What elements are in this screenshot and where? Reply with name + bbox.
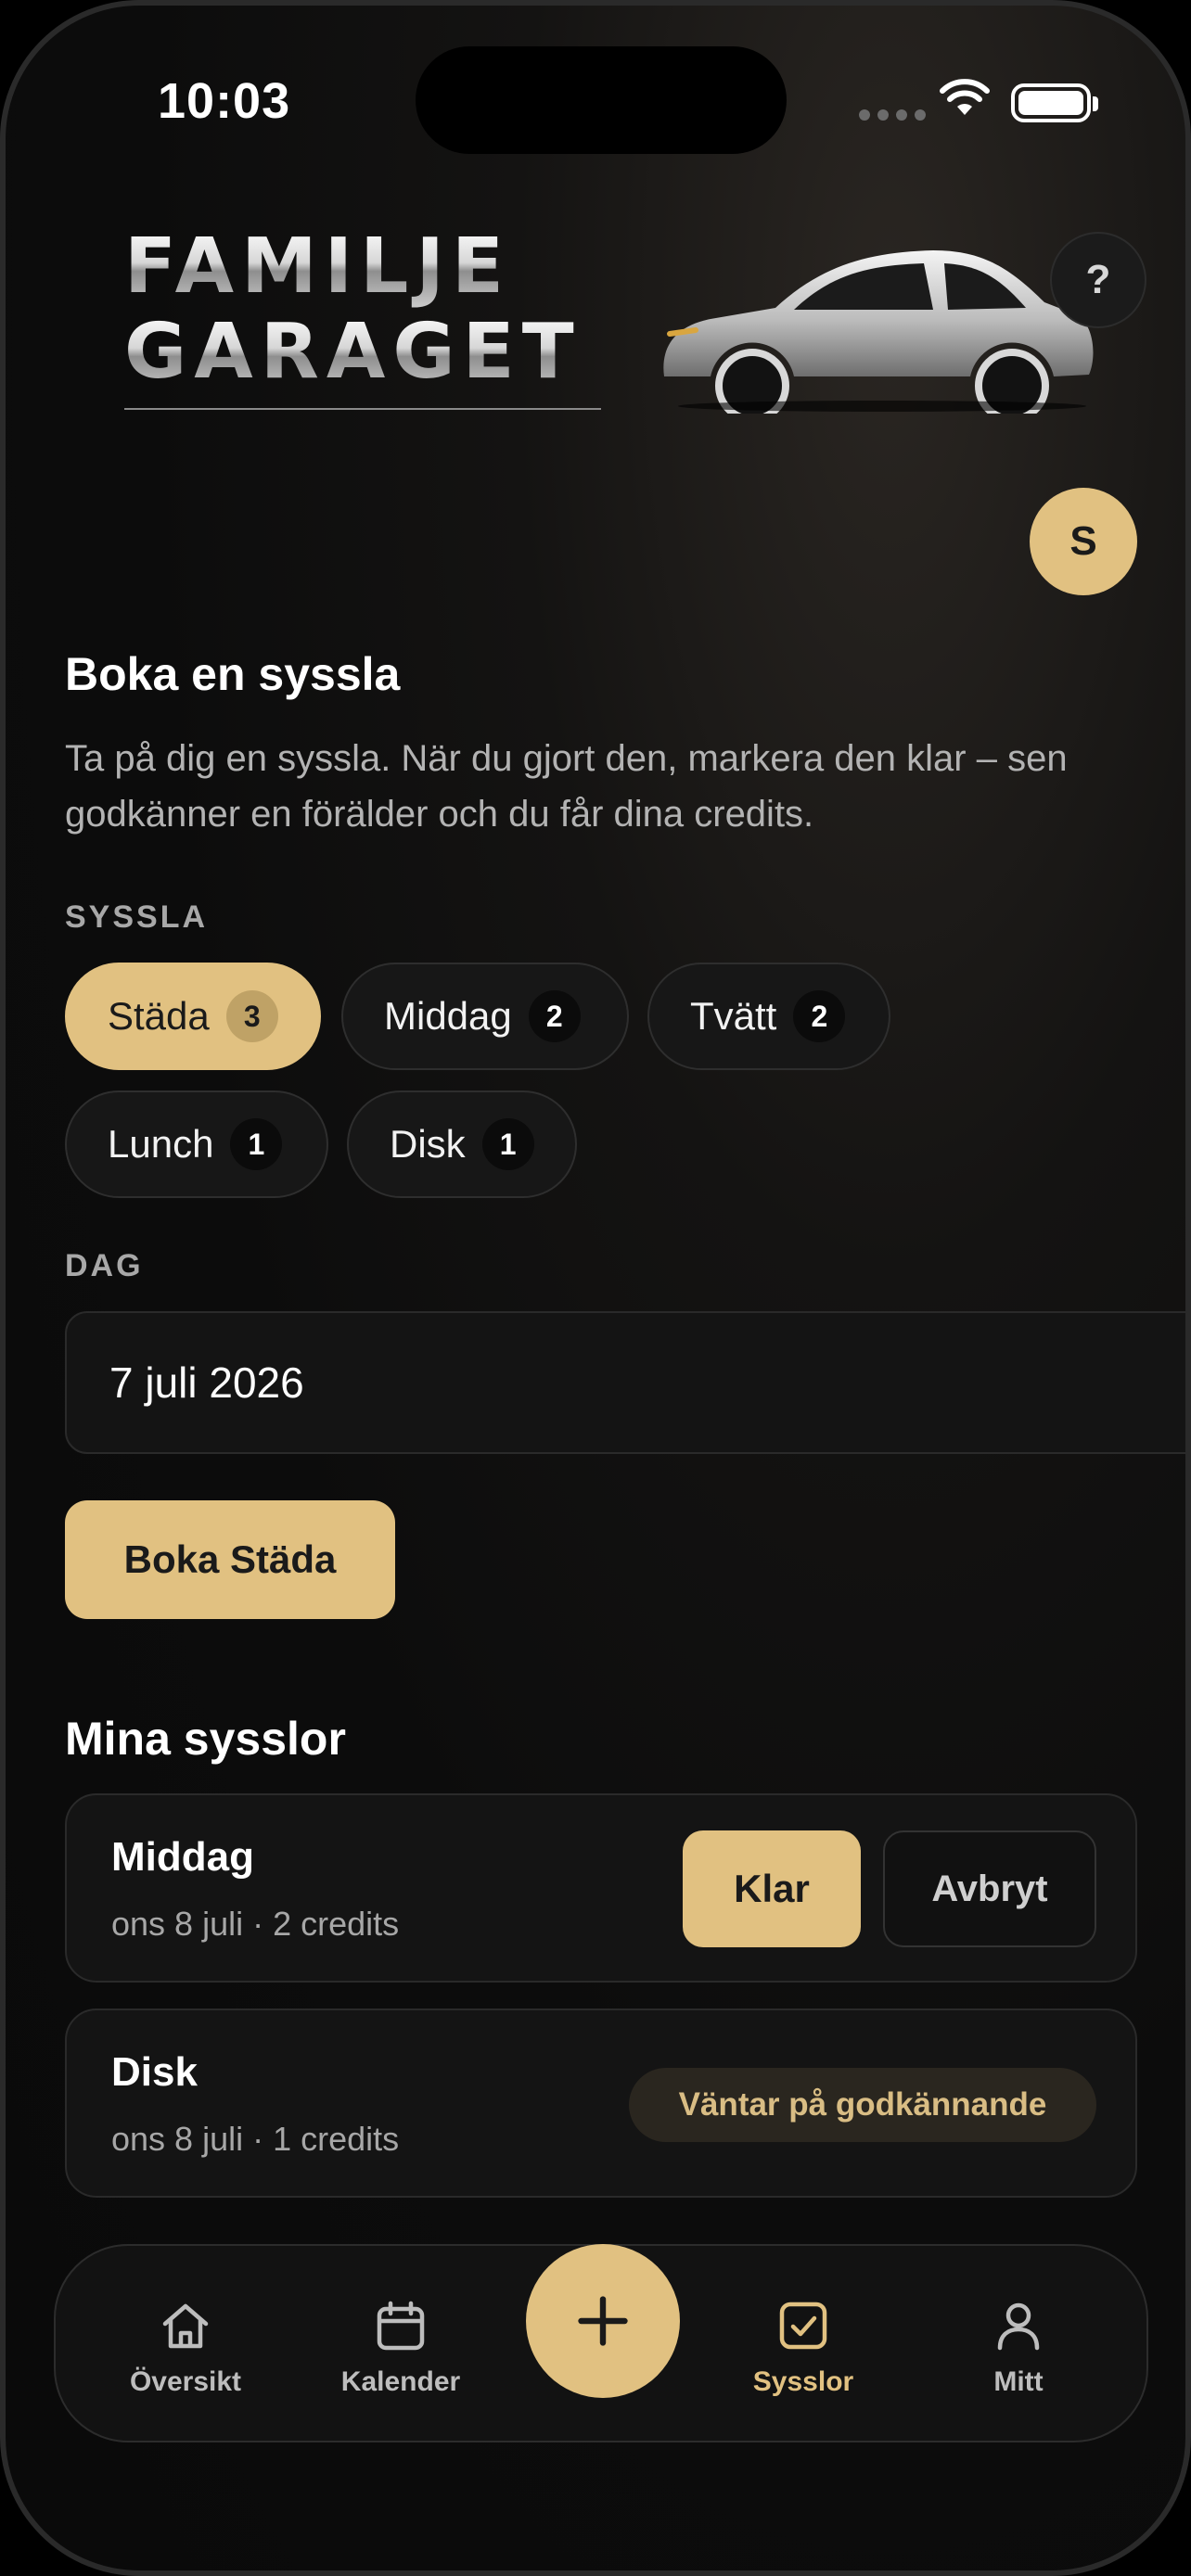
tab-label: Översikt (129, 2366, 242, 2397)
booking-title: Boka en syssla (65, 648, 401, 700)
book-chore-button[interactable]: Boka Städa (65, 1500, 395, 1619)
chore-chip-count: 3 (225, 990, 278, 1042)
cellular-signal-icon (859, 109, 926, 121)
user-avatar[interactable]: S (1030, 488, 1137, 595)
chore-chip-lunch[interactable]: Lunch 1 (65, 1090, 328, 1198)
chore-chip-tvatt[interactable]: Tvätt 2 (647, 963, 890, 1070)
phone-screen: 10:03 FAMILJE GARAGET ? S Boka en syssla (0, 0, 1191, 2576)
chore-card-disk: Disk ons 8 juli · 1 credits Väntar på go… (65, 2009, 1137, 2198)
plus-icon (578, 2296, 628, 2346)
tab-label: Mitt (993, 2366, 1044, 2397)
chore-chip-stada[interactable]: Städa 3 (65, 963, 321, 1070)
dynamic-island (416, 46, 787, 154)
chore-chip-label: Städa (108, 994, 210, 1038)
chore-chip-count: 2 (793, 990, 846, 1042)
cancel-chore-button[interactable]: Avbryt (883, 1830, 1096, 1947)
help-button[interactable]: ? (1050, 232, 1146, 328)
date-value: 7 juli 2026 (109, 1358, 304, 1407)
my-chores-title: Mina sysslor (65, 1713, 346, 1765)
tab-kalender[interactable]: Kalender (308, 2298, 493, 2398)
checkbox-icon (779, 2302, 827, 2350)
chore-card-middag: Middag ons 8 juli · 2 credits Klar Avbry… (65, 1793, 1137, 1983)
chore-chip-middag[interactable]: Middag 2 (341, 963, 629, 1070)
tab-label: Kalender (340, 2366, 461, 2397)
day-field-label: DAG (65, 1248, 144, 1283)
bottom-tab-bar: Översikt Kalender Sysslor Mitt (54, 2244, 1148, 2442)
logo-divider (124, 408, 601, 410)
chore-chip-label: Tvätt (690, 994, 777, 1038)
mark-done-button[interactable]: Klar (683, 1830, 861, 1947)
car-icon (663, 250, 1094, 414)
chore-chip-label: Lunch (108, 1122, 214, 1166)
chore-field-label: SYSSLA (65, 899, 209, 935)
chore-card-name: Middag (111, 1834, 254, 1880)
status-badge: Väntar på godkännande (629, 2068, 1096, 2142)
status-time: 10:03 (158, 73, 291, 129)
booking-description: Ta på dig en syssla. När du gjort den, m… (65, 738, 1068, 835)
chore-chip-count: 1 (481, 1118, 534, 1170)
tab-label: Sysslor (752, 2366, 854, 2397)
home-icon (162, 2303, 209, 2349)
chore-card-name: Disk (111, 2049, 198, 2095)
battery-icon (1011, 83, 1098, 122)
chore-chip-label: Middag (384, 994, 512, 1038)
add-button[interactable] (526, 2244, 680, 2398)
chore-card-meta: ons 8 juli · 1 credits (111, 2120, 400, 2158)
chore-chip-count: 1 (230, 1118, 283, 1170)
person-icon (997, 2302, 1040, 2351)
wifi-icon (940, 79, 990, 115)
tab-oversikt[interactable]: Översikt (93, 2298, 278, 2398)
logo-text-line2: GARAGET (124, 310, 607, 395)
date-picker-field[interactable]: 7 juli 2026 (65, 1311, 1185, 1454)
chore-card-meta: ons 8 juli · 2 credits (111, 1905, 400, 1943)
calendar-icon (377, 2301, 425, 2351)
logo-text-line1: FAMILJE (124, 224, 607, 310)
chore-chip-disk[interactable]: Disk 1 (347, 1090, 577, 1198)
tab-mitt[interactable]: Mitt (926, 2298, 1111, 2398)
chore-chip-count: 2 (528, 990, 581, 1042)
app-logo: FAMILJE GARAGET (124, 224, 607, 410)
chore-chip-label: Disk (390, 1122, 466, 1166)
tab-sysslor[interactable]: Sysslor (711, 2298, 896, 2398)
